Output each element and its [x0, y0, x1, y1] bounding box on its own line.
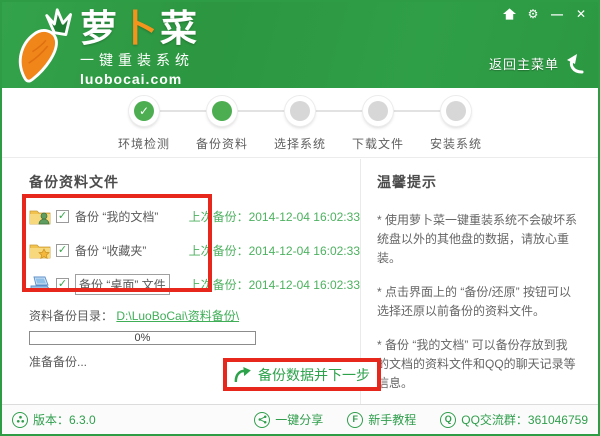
back-menu-label: 返回主菜单 — [489, 54, 559, 73]
step-install-system: 安装系统 — [416, 96, 496, 152]
back-to-main-menu-button[interactable]: 返回主菜单 — [489, 50, 588, 76]
close-icon[interactable]: ✕ — [572, 6, 590, 22]
desktop-icon — [29, 275, 51, 293]
check-icon: ✓ — [139, 105, 149, 117]
version-badge-icon — [12, 412, 28, 428]
window-controls: ⚙ — ✕ — [500, 6, 590, 22]
last-backup-time: 上次备份：2014-12-04 16:02:33 — [189, 276, 360, 293]
return-arrow-icon — [562, 50, 588, 76]
redo-arrow-icon — [234, 367, 251, 382]
app-subtitle: 一键重装系统 — [80, 50, 200, 70]
checkbox-desktop[interactable]: ✓ — [56, 278, 69, 291]
home-icon[interactable] — [500, 6, 518, 22]
carrot-logo-icon — [10, 6, 74, 86]
qq-group-button[interactable]: Q QQ交流群：361046759 — [440, 411, 588, 428]
checkbox-favorites[interactable]: ✓ — [56, 244, 69, 257]
backup-item-desktop[interactable]: ✓ 备份 “桌面” 文件 上次备份：2014-12-04 16:02:33 — [29, 267, 360, 301]
backup-directory-row: 资料备份目录： D:\LuoBoCai\资料备份\ — [29, 307, 360, 324]
tip-text: * 点击界面上的 “备份/还原” 按钮可以选择还原以前备份的资料文件。 — [377, 283, 579, 321]
progress-percent: 0% — [135, 332, 151, 344]
backup-progress-bar: 0% — [29, 331, 256, 345]
tips-panel-title: 温馨提示 — [377, 172, 586, 192]
tutorial-icon: F — [347, 412, 363, 428]
tutorial-button[interactable]: F 新手教程 — [347, 411, 416, 428]
next-button-label: 备份数据并下一步 — [258, 365, 370, 385]
share-button[interactable]: 一键分享 — [254, 411, 323, 428]
backup-item-label: 备份 “收藏夹” — [75, 242, 146, 259]
backup-directory-link[interactable]: D:\LuoBoCai\资料备份\ — [116, 309, 239, 323]
backup-item-favorites[interactable]: ✓ 备份 “收藏夹” 上次备份：2014-12-04 16:02:33 — [29, 233, 360, 267]
backup-item-my-documents[interactable]: ✓ 备份 “我的文档” 上次备份：2014-12-04 16:02:33 — [29, 199, 360, 233]
tip-text: * 备份 “我的文档” 可以备份存放到我的文档的资料文件和QQ的聊天记录等信息。 — [377, 336, 579, 393]
minimize-icon[interactable]: — — [548, 6, 566, 22]
qq-icon: Q — [440, 412, 456, 428]
annotation-box-next-button: 备份数据并下一步 — [223, 358, 381, 391]
logo-text: 萝卜菜 一键重装系统 luobocai.com — [80, 8, 200, 87]
step-env-check: ✓ 环境检测 — [104, 96, 184, 152]
backup-item-label: 备份 “我的文档” — [75, 208, 158, 225]
last-backup-time: 上次备份：2014-12-04 16:02:33 — [189, 242, 360, 259]
folder-user-icon — [29, 207, 51, 225]
backup-directory-label: 资料备份目录： — [29, 309, 113, 323]
step-select-system: 选择系统 — [260, 96, 340, 152]
backup-and-next-button[interactable]: 备份数据并下一步 — [227, 362, 377, 387]
folder-star-icon — [29, 241, 51, 259]
footer-bar: 版本：6.3.0 一键分享 F 新手教程 Q QQ交流群：361046759 — [2, 404, 598, 434]
tip-text: * 使用萝卜菜一键重装系统不会破坏系统盘以外的其他盘的数据，请放心重装。 — [377, 211, 579, 268]
step-download-files: 下载文件 — [338, 96, 418, 152]
qq-group-label: QQ交流群：361046759 — [461, 411, 588, 428]
last-backup-time: 上次备份：2014-12-04 16:02:33 — [189, 208, 360, 225]
backup-item-label: 备份 “桌面” 文件 — [75, 274, 170, 295]
website-url: luobocai.com — [80, 71, 200, 87]
backup-panel-title: 备份资料文件 — [29, 172, 360, 192]
version-label: 版本：6.3.0 — [33, 411, 96, 428]
tips-panel: 温馨提示 * 使用萝卜菜一键重装系统不会破坏系统盘以外的其他盘的数据，请放心重装… — [360, 159, 598, 404]
gear-icon[interactable]: ⚙ — [524, 6, 542, 22]
step-backup-data: 备份资料 — [182, 96, 262, 152]
share-label: 一键分享 — [275, 411, 323, 428]
checkbox-my-documents[interactable]: ✓ — [56, 210, 69, 223]
app-title: 萝卜菜 — [80, 8, 200, 49]
step-progress-bar: ✓ 环境检测 备份资料 选择系统 下载文件 安装系统 — [2, 88, 598, 158]
header: 萝卜菜 一键重装系统 luobocai.com ⚙ — ✕ 返回主菜单 — [2, 2, 598, 88]
tutorial-label: 新手教程 — [368, 411, 416, 428]
app-window: 萝卜菜 一键重装系统 luobocai.com ⚙ — ✕ 返回主菜单 ✓ 环 — [0, 0, 600, 436]
version-info: 版本：6.3.0 — [12, 411, 96, 428]
share-icon — [254, 412, 270, 428]
